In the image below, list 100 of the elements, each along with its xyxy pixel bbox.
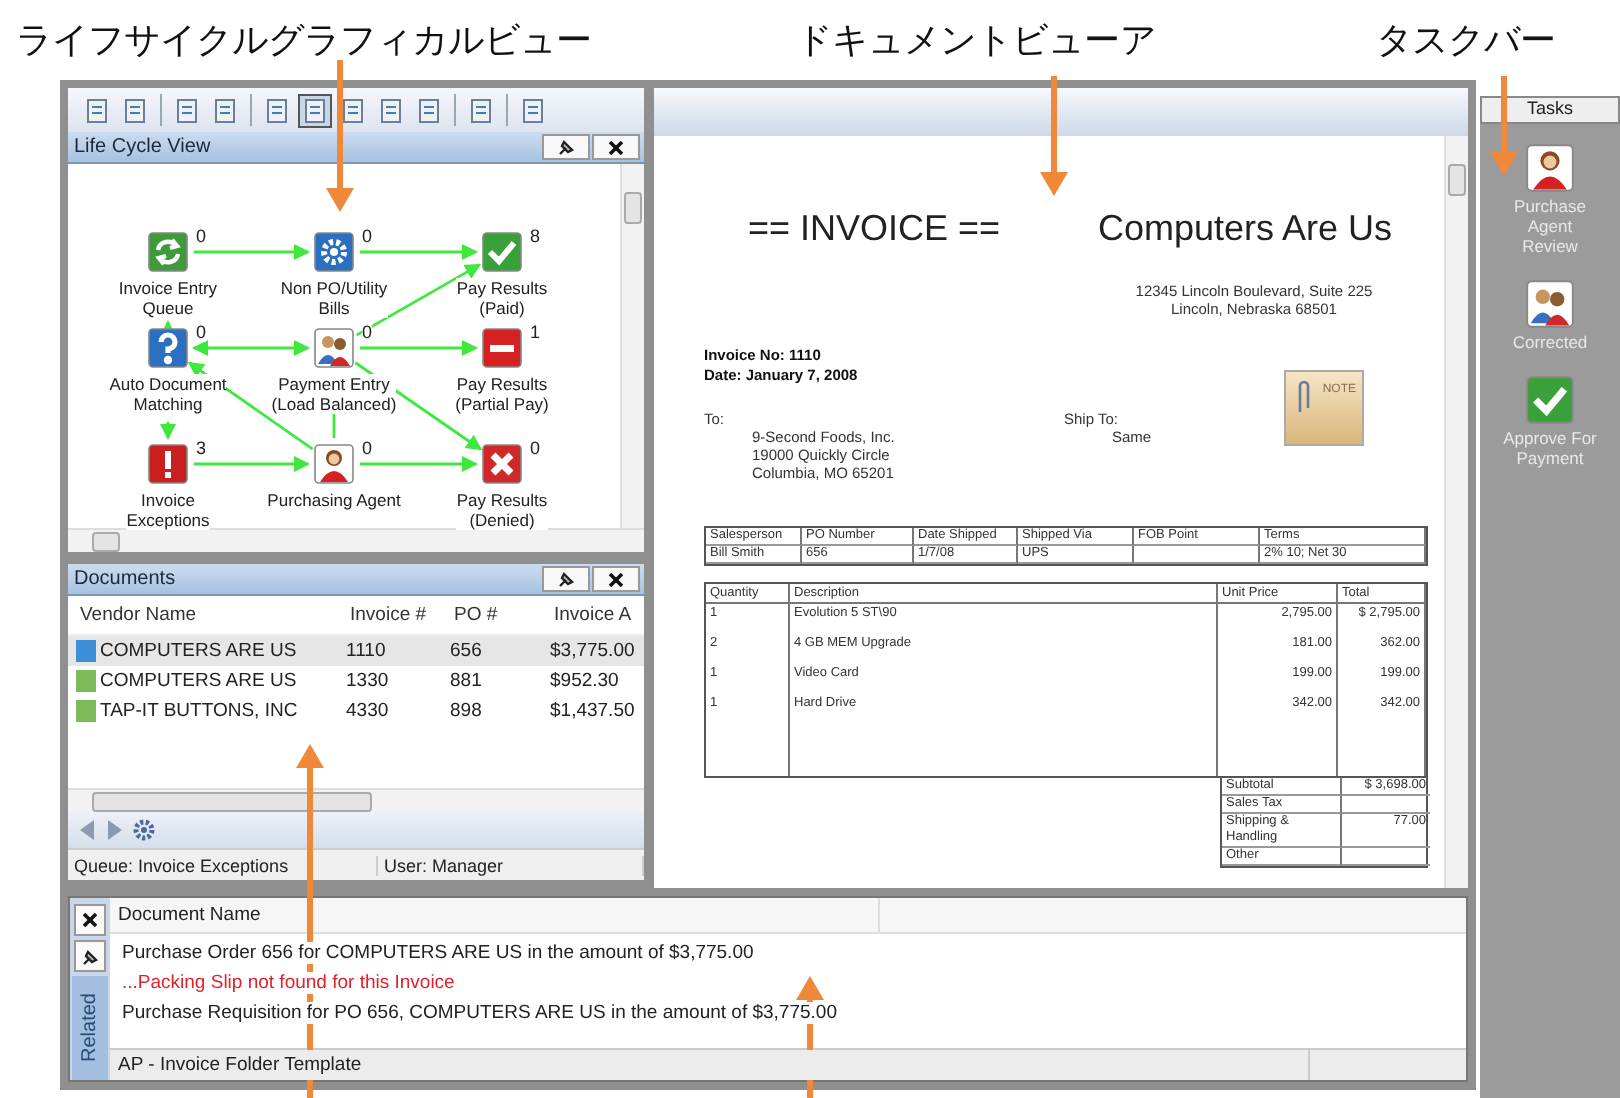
callout-label: ドキュメントビューア xyxy=(796,18,1158,64)
callout-arrow xyxy=(1490,76,1518,176)
node-label: Auto Document Matching xyxy=(109,374,227,414)
table-cell: $952.30 xyxy=(550,670,619,692)
page-icon xyxy=(212,97,238,123)
pin-button[interactable] xyxy=(542,134,590,160)
gear-icon xyxy=(314,232,354,272)
pin-button[interactable] xyxy=(542,566,590,592)
close-button[interactable] xyxy=(74,904,106,936)
question-icon xyxy=(148,328,188,368)
table-cell: 881 xyxy=(450,670,482,692)
tasks-header: Tasks xyxy=(1480,96,1620,124)
node-count: 1 xyxy=(530,322,541,342)
panel-title: Life Cycle View xyxy=(74,136,211,158)
related-tab[interactable]: Related xyxy=(72,976,108,1080)
connector-arrow xyxy=(192,340,310,356)
table-cell xyxy=(1134,546,1260,564)
column-header[interactable]: Invoice A xyxy=(554,604,644,626)
table-cell: COMPUTERS ARE US xyxy=(100,640,297,662)
paperclip-icon xyxy=(1296,380,1312,416)
connector-arrow xyxy=(160,422,176,440)
page-icon xyxy=(302,97,328,123)
page-icon xyxy=(340,97,366,123)
node-label: Pay Results (Paid) xyxy=(456,278,548,318)
panel-title: Documents xyxy=(74,568,176,590)
node-label: Purchasing Agent xyxy=(267,490,401,510)
close-icon xyxy=(608,571,624,587)
document-row[interactable]: COMPUTERS ARE US 1110 656 $3,775.00 xyxy=(68,636,644,666)
pin-icon xyxy=(556,138,576,156)
connector-arrow xyxy=(194,244,310,260)
column-header[interactable]: Vendor Name xyxy=(80,604,350,626)
callout-label: ライフサイクルグラフィカルビュー xyxy=(16,18,594,64)
connector-arrow xyxy=(360,456,478,472)
table-cell: 1330 xyxy=(346,670,389,692)
people-icon xyxy=(314,328,354,368)
cross-icon xyxy=(482,444,522,484)
callout-label: タスクバー xyxy=(1376,18,1558,64)
node-count: 0 xyxy=(362,226,373,246)
callout-arrow xyxy=(1040,76,1068,196)
node-count: 0 xyxy=(196,322,207,342)
connector-arrow xyxy=(360,244,478,260)
page-icon xyxy=(416,97,442,123)
page-icon xyxy=(520,97,546,123)
connector-arrow xyxy=(360,340,478,356)
person-icon xyxy=(1526,144,1574,192)
related-document[interactable]: Purchase Requisition for PO 656, COMPUTERS ARE US in the amount of $3,775.00 xyxy=(122,1002,837,1024)
page-icon xyxy=(122,97,148,123)
node-label: Pay Results (Partial Pay) xyxy=(455,374,549,414)
check-icon xyxy=(1526,376,1574,424)
node-count: 0 xyxy=(530,438,541,458)
pin-icon xyxy=(556,570,576,588)
pin-button[interactable] xyxy=(74,940,106,972)
close-button[interactable] xyxy=(592,134,640,160)
scrollbar[interactable] xyxy=(620,164,644,528)
refresh-icon xyxy=(148,232,188,272)
page-icon xyxy=(468,97,494,123)
page-icon xyxy=(378,97,404,123)
exclamation-icon xyxy=(148,444,188,484)
table-cell: TAP-IT BUTTONS, INC xyxy=(100,700,298,722)
toolbar-button[interactable] xyxy=(298,93,332,127)
check-icon xyxy=(482,232,522,272)
close-icon xyxy=(608,139,624,155)
page-icon xyxy=(174,97,200,123)
node-label: Invoice Exceptions xyxy=(126,490,210,530)
connector-arrow xyxy=(194,456,310,472)
page-icon xyxy=(264,97,290,123)
related-document[interactable]: Purchase Order 656 for COMPUTERS ARE US in the amount of $3,775.00 xyxy=(122,942,754,964)
company-name: Computers Are Us xyxy=(1098,208,1393,250)
node-count: 0 xyxy=(362,438,373,458)
forward-icon[interactable] xyxy=(106,820,122,840)
minus-icon xyxy=(482,328,522,368)
node-label: Invoice Entry Queue xyxy=(118,278,218,318)
people-icon xyxy=(1526,280,1574,328)
node-count: 0 xyxy=(196,226,207,246)
table-cell: $1,437.50 xyxy=(550,700,635,722)
settings-icon[interactable] xyxy=(132,818,156,842)
node-count: 0 xyxy=(362,322,373,342)
scrollbar[interactable] xyxy=(68,788,644,812)
node-label: Payment Entry (Load Balanced) xyxy=(271,374,397,414)
node-label: Pay Results (Denied) xyxy=(456,490,548,530)
table-cell: 4330 xyxy=(346,700,389,722)
table-cell: COMPUTERS ARE US xyxy=(100,670,297,692)
close-icon xyxy=(82,912,98,928)
warning-message: ...Packing Slip not found for this Invoice xyxy=(122,972,455,994)
table-cell: $3,775.00 xyxy=(550,640,635,662)
node-count: 8 xyxy=(530,226,541,246)
column-header[interactable]: Invoice # xyxy=(350,604,454,626)
table-cell: 898 xyxy=(450,700,482,722)
page-icon xyxy=(84,97,110,123)
scrollbar[interactable] xyxy=(1444,136,1468,888)
table-cell: 656 xyxy=(450,640,482,662)
back-icon[interactable] xyxy=(80,820,96,840)
pin-icon xyxy=(80,947,100,965)
close-button[interactable] xyxy=(592,566,640,592)
node-count: 3 xyxy=(196,438,207,458)
scrollbar[interactable] xyxy=(68,528,644,552)
status-text: User: Manager xyxy=(378,855,644,875)
invoice-heading: == INVOICE == xyxy=(748,208,1003,250)
node-label: Non PO/Utility Bills xyxy=(280,278,388,318)
column-header[interactable]: PO # xyxy=(454,604,554,626)
